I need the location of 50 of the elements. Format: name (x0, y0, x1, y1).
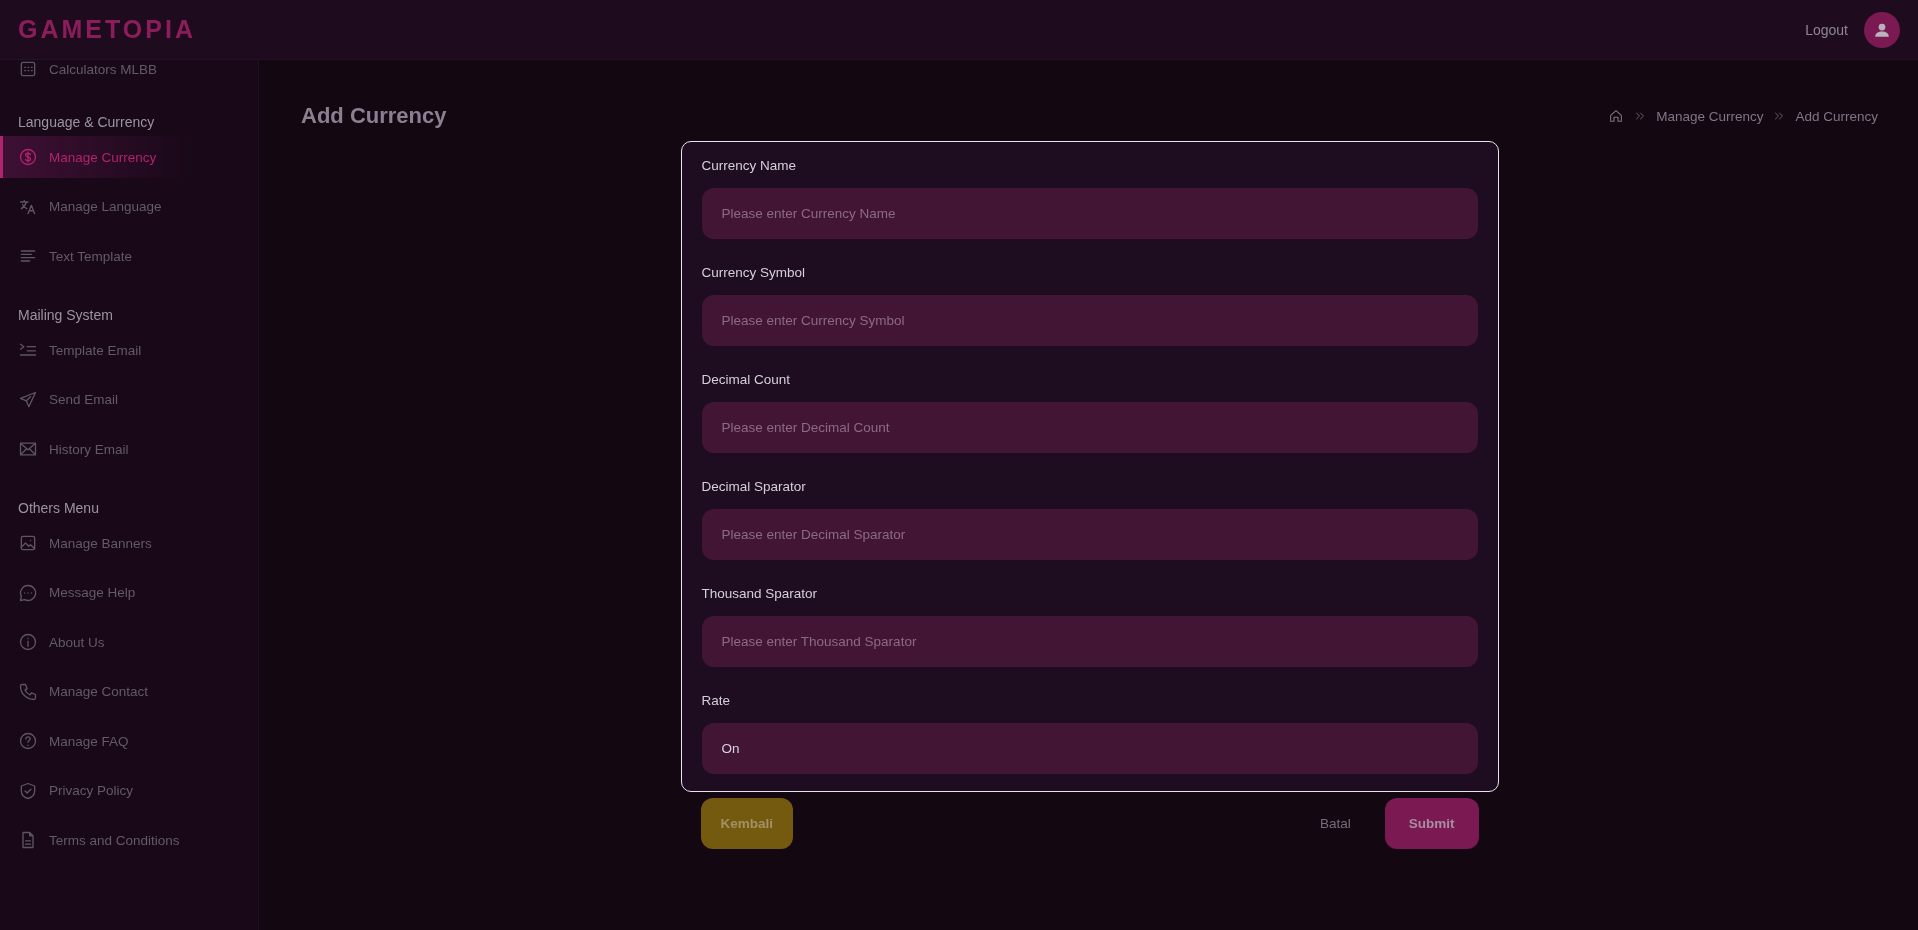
input-field[interactable]: Please enter Thousand Sparator (701, 616, 1478, 667)
home-icon[interactable] (1608, 108, 1625, 124)
help-icon (18, 731, 38, 751)
section-title: Others Menu (17, 499, 100, 518)
chat-icon (18, 582, 38, 603)
sidebar-item[interactable]: Send Email (0, 378, 258, 421)
sidebar-item[interactable]: Message Help (0, 571, 258, 614)
sidebar-item[interactable]: Text Template (0, 235, 258, 277)
chevrons-icon (1634, 110, 1647, 122)
back-button[interactable]: Kembali (700, 798, 794, 849)
sidebar-item[interactable]: Manage Language (0, 185, 258, 228)
page-title: Add Currency (301, 103, 447, 129)
input-field[interactable]: Please enter Decimal Sparator (701, 509, 1478, 560)
dollar-icon (18, 147, 38, 167)
input-field[interactable]: Please enter Currency Name (701, 188, 1478, 239)
input-field[interactable]: Please enter Decimal Count (701, 402, 1478, 453)
image-icon (18, 533, 38, 553)
sidebar-item[interactable]: About Us (0, 621, 258, 663)
sidebar-item[interactable]: Manage Banners (0, 522, 258, 564)
mail-icon (18, 439, 38, 459)
field-label: Currency Name (701, 156, 798, 175)
field-label: Decimal Sparator (701, 477, 807, 496)
field-label: Decimal Count (701, 370, 792, 389)
breadcrumb-item[interactable]: Manage Currency (1656, 108, 1764, 124)
breadcrumb-item[interactable]: Add Currency (1795, 108, 1878, 124)
send-icon (18, 389, 38, 410)
cancel-button[interactable]: Batal (1299, 798, 1371, 849)
phone-icon (18, 681, 38, 702)
avatar-button[interactable] (1864, 11, 1900, 48)
section-title: Language & Currency (17, 113, 156, 132)
sidebar-item[interactable]: Terms and Conditions (0, 819, 258, 861)
field-label: Thousand Sparator (701, 584, 819, 603)
sidebar-item[interactable]: Manage Contact (0, 670, 258, 713)
submit-button[interactable]: Submit (1384, 798, 1479, 849)
chevrons-icon (1773, 110, 1786, 122)
sidebar-item[interactable]: Template Email (0, 329, 258, 371)
section-title: Mailing System (17, 306, 114, 325)
input-field[interactable]: Please enter Currency Symbol (701, 295, 1478, 346)
logout-link[interactable]: Logout (1805, 21, 1848, 38)
info-icon (18, 632, 38, 652)
calculator-icon (18, 60, 38, 79)
field-label: Currency Symbol (701, 263, 807, 282)
field-label: Rate (701, 691, 732, 710)
sidebar-item[interactable]: Privacy Policy (0, 769, 258, 812)
sidebar-item[interactable]: History Email (0, 428, 258, 470)
input-field[interactable]: On (701, 723, 1478, 774)
sidebar-item[interactable]: Calculators MLBB (0, 60, 258, 84)
logo[interactable]: GAMETOPIA (18, 15, 196, 44)
shield-icon (18, 780, 38, 801)
sidebar-item[interactable]: Manage FAQ (0, 720, 258, 762)
